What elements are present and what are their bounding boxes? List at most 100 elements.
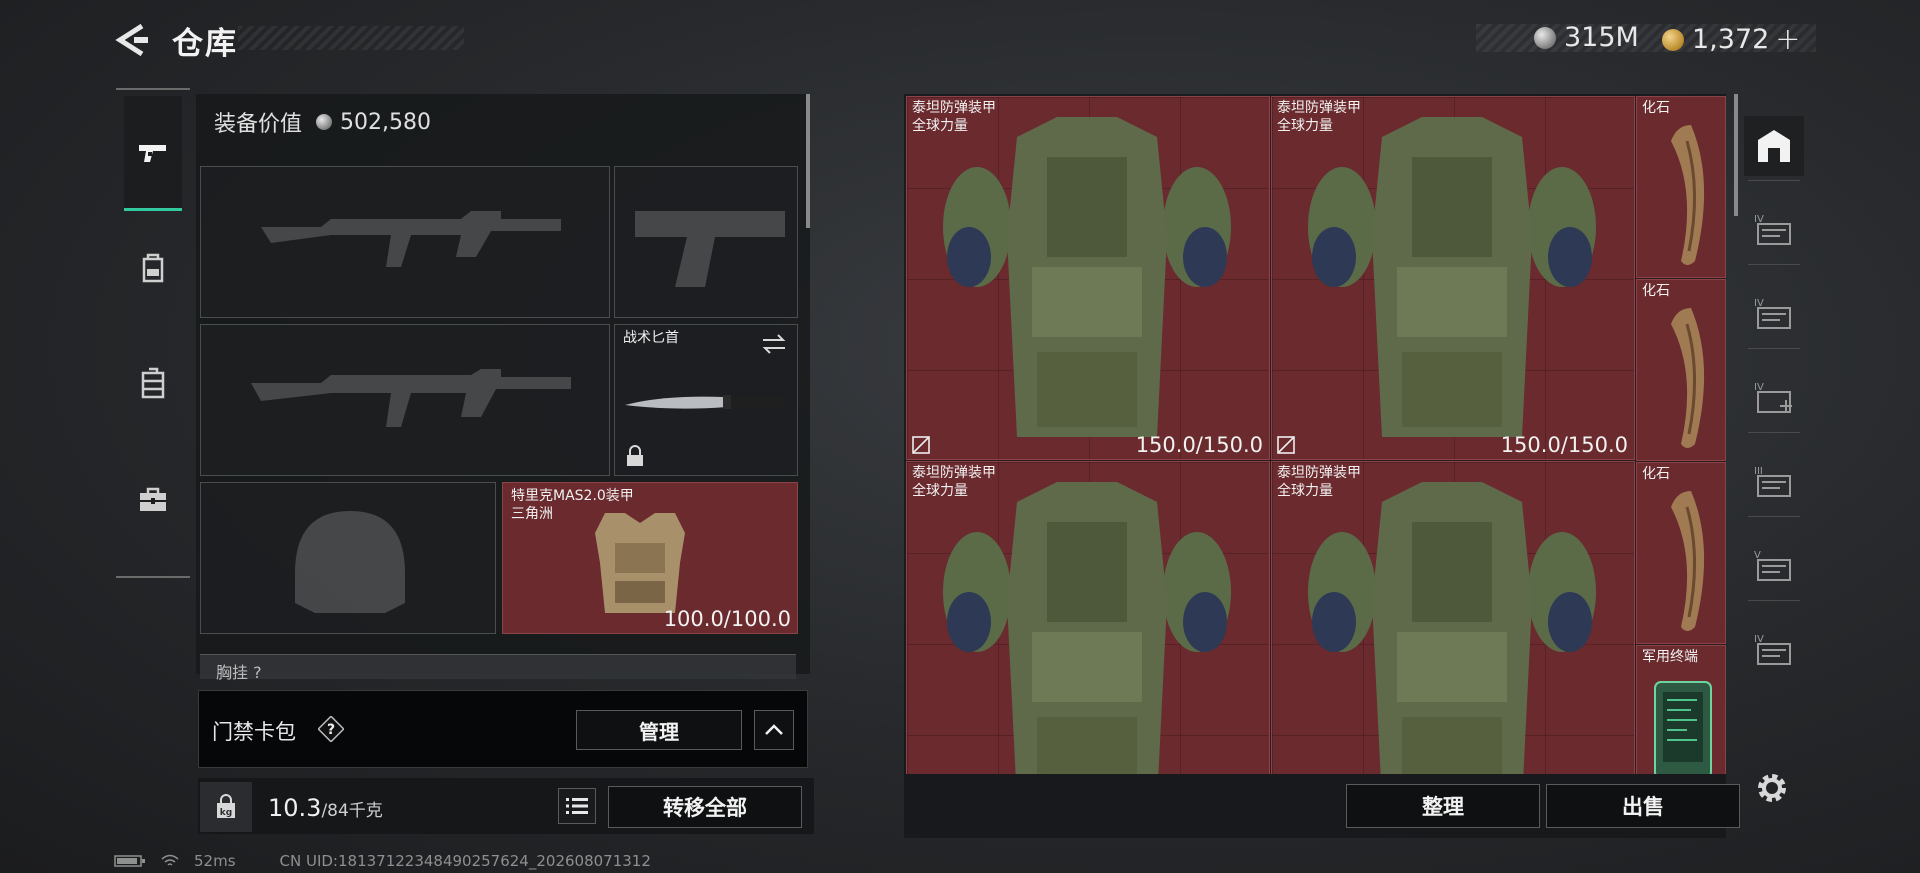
tab-gear[interactable] [124,212,182,324]
list-view-button[interactable] [558,788,596,824]
no-repair-icon [1277,436,1295,454]
slot-sidearm[interactable] [614,166,798,318]
storage-rail: IV IV IV III V IV [1744,116,1804,756]
list-icon [566,798,588,814]
settings-gear-icon[interactable] [1752,768,1792,808]
gold-amount: 1,372 [1692,24,1770,55]
equipment-scrollbar[interactable] [806,94,810,228]
storage-box-icon: IV [1754,382,1792,413]
sell-button[interactable]: 出售 [1546,784,1740,828]
sort-button[interactable]: 整理 [1346,784,1540,828]
add-currency-button[interactable]: + [1775,22,1800,57]
slot-primary-weapon[interactable] [200,166,610,318]
grid-item-armor[interactable]: 泰坦防弹装甲 全球力量 150.0/150.0 [1271,96,1635,460]
chest-rig-label: 胸挂 ? [216,663,262,682]
item-durability: 150.0/150.0 [1135,433,1263,457]
grid-item-fossil[interactable]: 化石 [1636,279,1726,461]
uid-readout: CN UID:1813712234849025762​4_20260807131… [279,852,651,870]
manage-button[interactable]: 管理 [576,710,742,750]
no-repair-icon [912,436,930,454]
weight-badge: kg [200,782,252,832]
transfer-all-button[interactable]: 转移全部 [608,786,802,828]
storage-scrollbar[interactable] [1734,94,1738,216]
fossil-claw-icon [1671,125,1705,265]
equipment-value-amount: 502,580 [340,109,431,135]
item-name: 泰坦防弹装甲 全球力量 [912,465,996,499]
slot-melee[interactable]: 战术匕首 [614,324,798,476]
item-name: 化石 [1642,466,1670,482]
rail-item-storage-box[interactable]: IV [1744,620,1804,680]
storage-grid: 泰坦防弹装甲 全球力量 150.0/150.0 泰坦防弹装甲 全球力量 150.… [906,96,1726,774]
grid-item-armor[interactable]: 泰坦防弹装甲 全球力量 [906,461,1270,774]
status-bar: 52ms CN UID:1813712234849025762​4_202608… [114,852,651,870]
collapse-button[interactable] [754,710,794,750]
equipment-value-label: 装备价值 [214,112,303,137]
swap-icon[interactable] [761,333,787,355]
armor-durability: 100.0/100.0 [663,607,791,631]
tab-containers[interactable] [124,328,182,440]
rail-item-main-storage[interactable] [1744,116,1804,176]
pistol-icon [139,145,166,162]
silver-coin-icon [1534,26,1556,49]
armor-vest-icon [943,482,1231,774]
storage-box-icon: IV [1754,214,1791,245]
battery-icon [114,855,145,867]
storage-box-icon: III [1754,466,1791,497]
weight-max: /84千克 [321,801,383,821]
ping-readout: 52ms [194,852,236,870]
rail-item-storage-box[interactable]: IV [1744,200,1804,260]
help-glyph: ? [327,722,335,738]
grid-item-fossil[interactable]: 化石 [1636,462,1726,644]
terminal-icon [1654,681,1712,774]
slot-secondary-weapon[interactable] [200,324,610,476]
item-durability: 150.0/150.0 [1500,433,1628,457]
briefcase-icon [140,487,166,511]
tab-weapons[interactable] [124,96,182,211]
item-name: 化石 [1642,283,1670,299]
equipment-value: 装备价值 502,580 [214,106,431,138]
backpack-icon [142,253,164,283]
weight-current: 10.3 [268,794,322,822]
helmet-silhouette-icon [295,511,405,613]
tab-supplies[interactable] [124,444,182,556]
grid-item-military-terminal[interactable]: 军用终端 [1636,645,1726,774]
back-icon[interactable] [112,20,152,60]
category-tabs [116,88,190,578]
armor-vest-icon [595,513,685,613]
keycard-label: 门禁卡包 [212,720,296,744]
slot-chest-rig[interactable]: 胸挂 ? [200,654,796,682]
locker-icon [141,367,165,399]
title-decoration [238,26,464,50]
knife-icon [625,395,787,409]
silver-amount: 315M [1564,22,1639,53]
silver-currency: 315M [1534,22,1639,53]
page-title: 仓库 [172,26,238,62]
armor-vest-icon [1308,482,1596,774]
grid-item-fossil[interactable]: 化石 [1636,96,1726,278]
rail-item-storage-box[interactable]: V [1744,536,1804,596]
rifle-silhouette-icon [251,369,571,427]
silver-coin-icon [316,114,333,130]
weight-readout: 10.3/84千克 [268,794,383,822]
rail-item-storage-box[interactable]: III [1744,452,1804,512]
rail-item-storage-box[interactable]: IV [1744,284,1804,344]
help-icon[interactable]: ? [318,716,344,742]
slot-body-armor[interactable]: 特里克MAS2.0装甲 三角洲 100.0/100.0 [502,482,798,634]
fossil-claw-icon [1671,308,1705,448]
slot-helmet[interactable] [200,482,496,634]
rifle-silhouette-icon [261,211,561,267]
lock-icon [627,445,643,466]
armor-vest-icon [1308,117,1596,437]
rail-item-storage-box[interactable]: IV [1744,368,1804,428]
grid-item-armor[interactable]: 泰坦防弹装甲 全球力量 [1271,461,1635,774]
pistol-silhouette-icon [635,211,785,287]
fossil-claw-icon [1671,491,1705,631]
item-name: 泰坦防弹装甲 全球力量 [1277,100,1361,134]
wifi-icon [161,854,179,866]
item-name: 军用终端 [1642,649,1698,665]
grid-item-armor[interactable]: 泰坦防弹装甲 全球力量 150.0/150.0 [906,96,1270,460]
gold-currency[interactable]: 1,372 + [1662,22,1800,57]
melee-name: 战术匕首 [623,330,679,346]
weight-icon: kg [217,794,235,818]
svg-text:kg: kg [220,808,232,818]
